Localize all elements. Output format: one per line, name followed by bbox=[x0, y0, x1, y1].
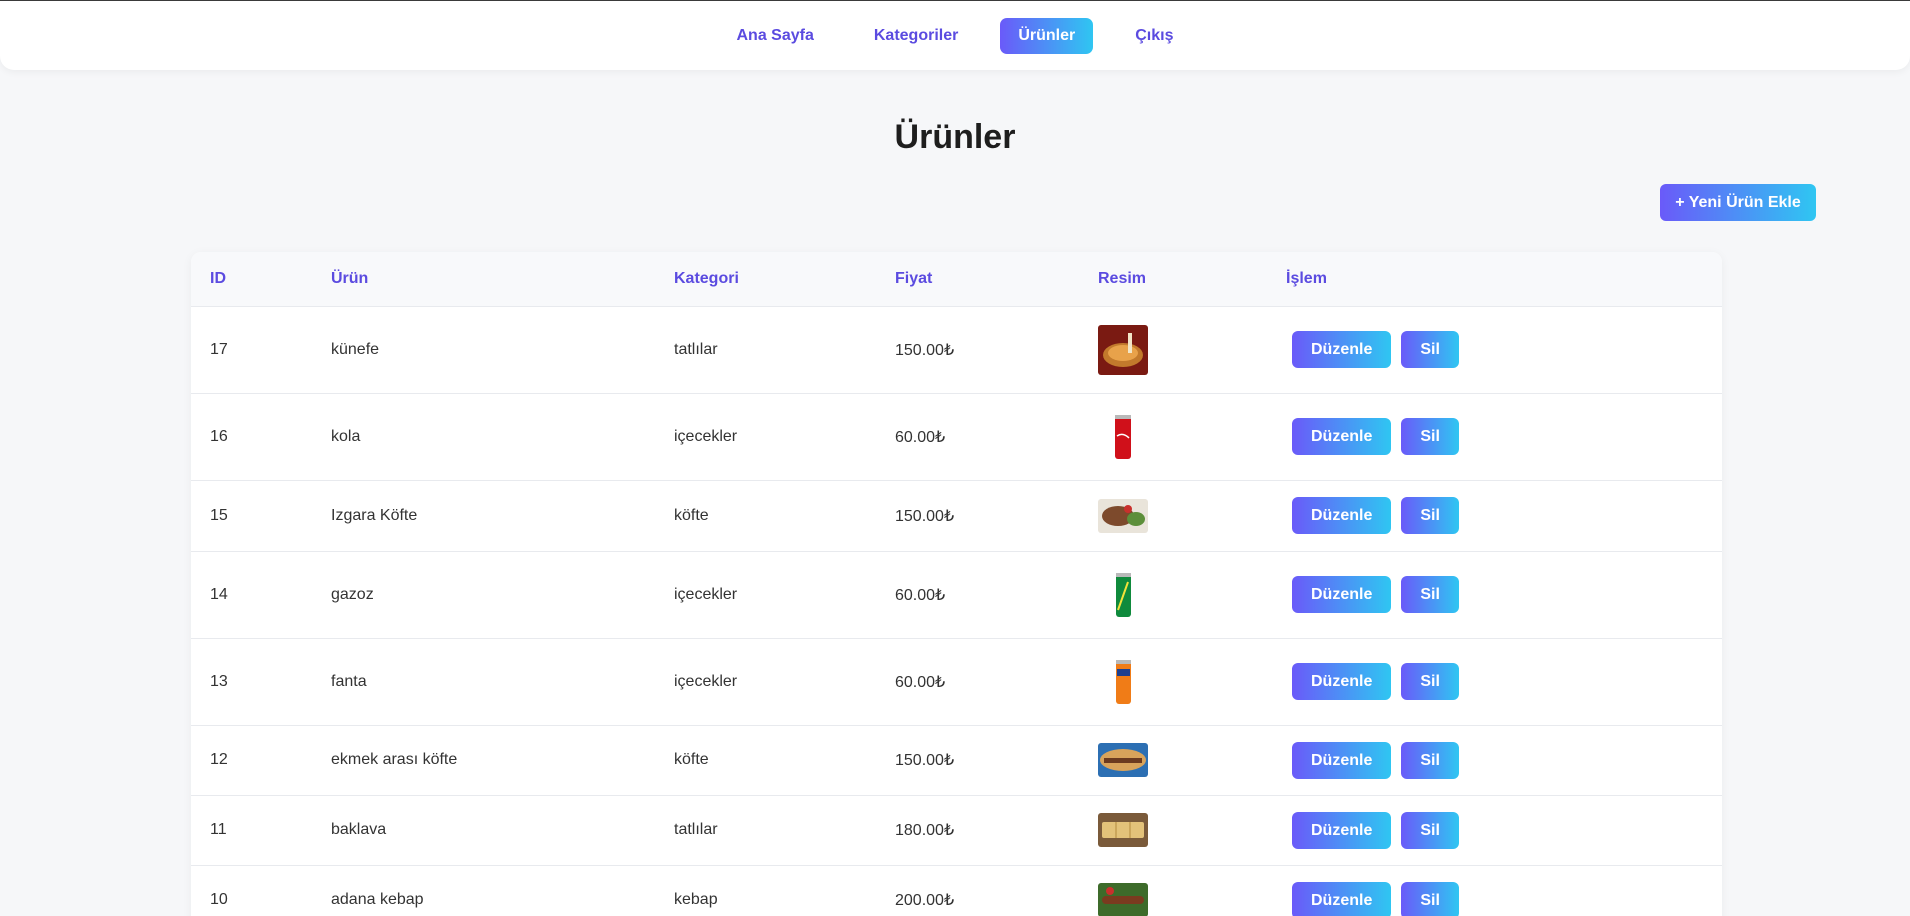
delete-button[interactable]: Sil bbox=[1401, 576, 1459, 613]
delete-button[interactable]: Sil bbox=[1401, 418, 1459, 455]
cell-id: 14 bbox=[191, 551, 312, 639]
top-navbar: Ana Sayfa Kategoriler Ürünler Çıkış bbox=[0, 0, 1910, 70]
cell-price: 60.00₺ bbox=[876, 393, 1079, 481]
cell-id: 17 bbox=[191, 306, 312, 394]
edit-button[interactable]: Düzenle bbox=[1292, 881, 1392, 916]
cell-actions: Düzenle Sil bbox=[1267, 865, 1722, 916]
cell-product: gazoz bbox=[312, 551, 655, 639]
cell-product: künefe bbox=[312, 306, 655, 394]
cell-actions: Düzenle Sil bbox=[1267, 795, 1722, 866]
page-title: Ürünler bbox=[894, 118, 1016, 156]
edit-button[interactable]: Düzenle bbox=[1292, 418, 1392, 455]
cell-category: içecekler bbox=[655, 551, 876, 639]
delete-button[interactable]: Sil bbox=[1401, 741, 1459, 779]
cell-price: 60.00₺ bbox=[876, 638, 1079, 726]
table-row: 14 gazoz içecekler 60.00₺ Düzenle Sil bbox=[191, 551, 1722, 639]
delete-button[interactable]: Sil bbox=[1401, 811, 1459, 849]
cell-actions: Düzenle Sil bbox=[1267, 393, 1722, 481]
cell-price: 180.00₺ bbox=[876, 795, 1079, 866]
fanta-can-image bbox=[1098, 656, 1148, 707]
cell-category: kebap bbox=[655, 865, 876, 916]
adana-kebap-image bbox=[1098, 883, 1148, 916]
table-row: 12 ekmek arası köfte köfte 150.00₺ Düzen… bbox=[191, 725, 1722, 796]
nav-item-categories[interactable]: Kategoriler bbox=[856, 18, 976, 54]
cell-id: 15 bbox=[191, 480, 312, 552]
edit-button[interactable]: Düzenle bbox=[1292, 741, 1392, 779]
grilled-kofte-image bbox=[1098, 498, 1148, 533]
cell-price: 60.00₺ bbox=[876, 551, 1079, 639]
cell-image bbox=[1079, 306, 1267, 394]
header-product: Ürün bbox=[312, 252, 655, 307]
cell-category: tatlılar bbox=[655, 306, 876, 394]
cell-actions: Düzenle Sil bbox=[1267, 725, 1722, 796]
header-id: ID bbox=[191, 252, 312, 307]
delete-button[interactable]: Sil bbox=[1401, 663, 1459, 700]
table-row: 16 kola içecekler 60.00₺ Düzenle Sil bbox=[191, 393, 1722, 481]
edit-button[interactable]: Düzenle bbox=[1292, 663, 1392, 700]
header-image: Resim bbox=[1079, 252, 1267, 307]
table-row: 15 Izgara Köfte köfte 150.00₺ Düzenle Sil bbox=[191, 480, 1722, 552]
cell-product: baklava bbox=[312, 795, 655, 866]
edit-button[interactable]: Düzenle bbox=[1292, 811, 1392, 849]
baklava-image bbox=[1098, 813, 1148, 847]
add-product-button[interactable]: + Yeni Ürün Ekle bbox=[1660, 184, 1816, 221]
cell-id: 16 bbox=[191, 393, 312, 481]
nav-item-home[interactable]: Ana Sayfa bbox=[719, 18, 832, 54]
cell-product: kola bbox=[312, 393, 655, 481]
cell-id: 12 bbox=[191, 725, 312, 796]
nav-item-products[interactable]: Ürünler bbox=[1000, 18, 1094, 54]
cell-image bbox=[1079, 795, 1267, 866]
header-price: Fiyat bbox=[876, 252, 1079, 307]
cell-category: tatlılar bbox=[655, 795, 876, 866]
products-table-container: ID Ürün Kategori Fiyat Resim İşlem 17 kü… bbox=[191, 252, 1722, 916]
cell-product: adana kebap bbox=[312, 865, 655, 916]
cell-product: fanta bbox=[312, 638, 655, 726]
table-row: 17 künefe tatlılar 150.00₺ Düzenle Sil bbox=[191, 306, 1722, 394]
table-header-row: ID Ürün Kategori Fiyat Resim İşlem bbox=[191, 252, 1722, 307]
cell-category: içecekler bbox=[655, 638, 876, 726]
cell-actions: Düzenle Sil bbox=[1267, 551, 1722, 639]
delete-button[interactable]: Sil bbox=[1401, 497, 1459, 534]
cell-price: 150.00₺ bbox=[876, 306, 1079, 394]
kunefe-image bbox=[1098, 324, 1148, 375]
table-row: 10 adana kebap kebap 200.00₺ Düzenle Sil bbox=[191, 865, 1722, 916]
products-table: ID Ürün Kategori Fiyat Resim İşlem 17 kü… bbox=[191, 252, 1722, 916]
cell-category: köfte bbox=[655, 725, 876, 796]
edit-button[interactable]: Düzenle bbox=[1292, 331, 1392, 368]
kofte-sandwich-image bbox=[1098, 743, 1148, 777]
nav-menu: Ana Sayfa Kategoriler Ürünler Çıkış bbox=[0, 18, 1910, 54]
cell-id: 11 bbox=[191, 795, 312, 866]
nav-item-logout[interactable]: Çıkış bbox=[1117, 18, 1191, 54]
cell-image bbox=[1079, 725, 1267, 796]
header-category: Kategori bbox=[655, 252, 876, 307]
cell-image bbox=[1079, 480, 1267, 552]
cell-price: 200.00₺ bbox=[876, 865, 1079, 916]
cell-category: içecekler bbox=[655, 393, 876, 481]
cell-price: 150.00₺ bbox=[876, 725, 1079, 796]
delete-button[interactable]: Sil bbox=[1401, 331, 1459, 368]
cell-actions: Düzenle Sil bbox=[1267, 638, 1722, 726]
cell-actions: Düzenle Sil bbox=[1267, 306, 1722, 394]
edit-button[interactable]: Düzenle bbox=[1292, 497, 1392, 534]
cell-price: 150.00₺ bbox=[876, 480, 1079, 552]
table-row: 13 fanta içecekler 60.00₺ Düzenle Sil bbox=[191, 638, 1722, 726]
cell-actions: Düzenle Sil bbox=[1267, 480, 1722, 552]
header-actions: İşlem bbox=[1267, 252, 1722, 307]
cell-id: 13 bbox=[191, 638, 312, 726]
cell-product: ekmek arası köfte bbox=[312, 725, 655, 796]
cell-product: Izgara Köfte bbox=[312, 480, 655, 552]
cell-category: köfte bbox=[655, 480, 876, 552]
cell-id: 10 bbox=[191, 865, 312, 916]
edit-button[interactable]: Düzenle bbox=[1292, 576, 1392, 613]
sprite-can-image bbox=[1098, 569, 1148, 620]
cell-image bbox=[1079, 865, 1267, 916]
cell-image bbox=[1079, 638, 1267, 726]
delete-button[interactable]: Sil bbox=[1401, 881, 1459, 916]
table-row: 11 baklava tatlılar 180.00₺ Düzenle Sil bbox=[191, 795, 1722, 866]
cell-image bbox=[1079, 393, 1267, 481]
cola-can-image bbox=[1098, 411, 1148, 462]
cell-image bbox=[1079, 551, 1267, 639]
